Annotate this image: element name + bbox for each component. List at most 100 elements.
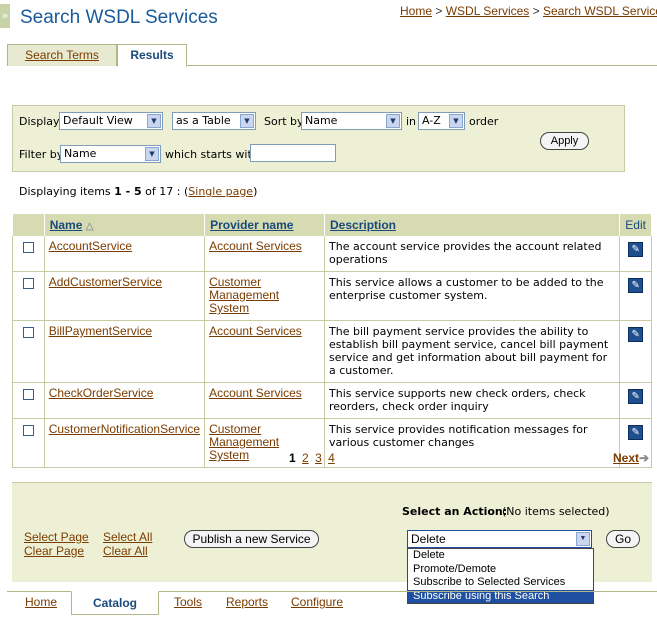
go-button[interactable]: Go xyxy=(606,530,640,548)
publish-service-button[interactable]: Publish a new Service xyxy=(184,530,319,548)
breadcrumb-separator: > xyxy=(532,4,540,18)
edit-icon[interactable]: ✎ xyxy=(628,425,644,440)
row-select-cell xyxy=(12,271,45,321)
breadcrumb-search-wsdl-link[interactable]: Search WSDL Services xyxy=(543,4,657,18)
dropdown-option-promote-demote[interactable]: Promote/Demote xyxy=(408,563,593,577)
display-label: Display xyxy=(19,115,60,128)
provider-name-link[interactable]: Account Services xyxy=(209,239,302,253)
tab-results-label: Results xyxy=(130,48,174,62)
chevron-down-icon: ▼ xyxy=(386,114,400,128)
tab-tools[interactable]: Tools xyxy=(167,591,209,615)
clear-all-link[interactable]: Clear All xyxy=(103,544,148,558)
apply-button[interactable]: Apply xyxy=(540,132,589,150)
displaying-items-text: Displaying items 1 - 5 of 17 : (Single p… xyxy=(19,185,257,198)
sort-order-value: A-Z xyxy=(422,114,441,127)
next-page-label: Next xyxy=(613,451,640,465)
chevron-down-icon: ▼ xyxy=(147,114,161,128)
chevron-down-icon: ▼ xyxy=(576,532,590,546)
name-sort-link[interactable]: Name xyxy=(50,218,83,232)
tab-catalog[interactable]: Catalog xyxy=(71,591,159,615)
filter-by-label: Filter by xyxy=(19,148,64,161)
display-view-value: Default View xyxy=(63,114,133,127)
tab-home[interactable]: Home xyxy=(15,591,67,615)
row-checkbox[interactable] xyxy=(22,425,34,436)
description-cell: The bill payment service provides the ab… xyxy=(324,320,621,383)
select-all-link[interactable]: Select All xyxy=(103,530,152,544)
display-as-select[interactable]: as a Table ▼ xyxy=(172,112,256,130)
page-link-3[interactable]: 3 xyxy=(315,451,322,465)
service-name-link[interactable]: AccountService xyxy=(49,239,132,253)
table-row: AddCustomerService Customer Management S… xyxy=(12,271,652,321)
tab-tools-label: Tools xyxy=(173,595,202,609)
page-title: Search WSDL Services xyxy=(20,7,218,28)
edit-column-header: Edit xyxy=(619,214,652,236)
action-select[interactable]: Delete ▼ xyxy=(407,530,592,548)
description-column-header[interactable]: Description xyxy=(324,214,621,236)
row-checkbox[interactable] xyxy=(22,389,34,400)
dropdown-option-subscribe-selected[interactable]: Subscribe to Selected Services xyxy=(408,576,593,590)
current-page: 1 xyxy=(289,451,296,465)
single-page-link[interactable]: Single page xyxy=(188,185,253,198)
edit-icon[interactable]: ✎ xyxy=(628,389,644,404)
service-name-link[interactable]: CustomerNotificationService xyxy=(49,422,200,436)
order-label: order xyxy=(469,115,499,128)
provider-name-link[interactable]: Account Services xyxy=(209,386,302,400)
select-column-header xyxy=(12,214,45,236)
breadcrumb-home-link[interactable]: Home xyxy=(400,4,432,18)
service-name-link[interactable]: AddCustomerService xyxy=(49,275,162,289)
sort-by-label: Sort by xyxy=(264,115,304,128)
bottom-tab-bar: Home Catalog Tools Reports Configure xyxy=(7,591,657,615)
service-name-link[interactable]: BillPaymentService xyxy=(49,324,152,338)
display-view-select[interactable]: Default View ▼ xyxy=(59,112,163,130)
tab-results[interactable]: Results xyxy=(117,44,187,67)
row-checkbox[interactable] xyxy=(22,278,34,289)
no-items-selected-text: (No items selected) xyxy=(502,505,610,518)
starts-with-input[interactable] xyxy=(250,144,336,162)
select-page-link[interactable]: Select Page xyxy=(24,530,89,544)
provider-column-header[interactable]: Provider name xyxy=(204,214,325,236)
sidebar-toggle-button[interactable]: » xyxy=(0,4,10,28)
row-select-cell xyxy=(12,382,45,419)
tab-search-terms-label: Search Terms xyxy=(25,48,99,62)
tab-search-terms[interactable]: Search Terms xyxy=(7,44,117,66)
description-cell: This service supports new check orders, … xyxy=(324,382,621,419)
sort-by-select[interactable]: Name ▼ xyxy=(301,112,402,130)
provider-name-link[interactable]: Customer Management System xyxy=(209,422,279,462)
clear-page-link[interactable]: Clear Page xyxy=(24,544,84,558)
select-action-label: Select an Action: xyxy=(402,505,508,518)
tab-home-label: Home xyxy=(24,595,57,609)
chevron-down-icon: ▼ xyxy=(240,114,254,128)
provider-sort-link[interactable]: Provider name xyxy=(210,218,293,232)
next-page-button[interactable]: Next➔ xyxy=(613,451,649,465)
description-cell: This service allows a customer to be add… xyxy=(324,271,621,321)
tab-catalog-label: Catalog xyxy=(92,596,137,610)
page-link-2[interactable]: 2 xyxy=(302,451,309,465)
breadcrumb-separator: > xyxy=(435,4,443,18)
row-select-cell xyxy=(12,236,45,272)
chevron-down-icon: ▼ xyxy=(145,147,159,161)
tab-configure[interactable]: Configure xyxy=(287,591,347,615)
sort-order-select[interactable]: A-Z ▼ xyxy=(418,112,465,130)
filter-by-select[interactable]: Name ▼ xyxy=(60,145,161,163)
page-link-4[interactable]: 4 xyxy=(328,451,335,465)
in-label: in xyxy=(406,115,417,128)
edit-icon[interactable]: ✎ xyxy=(628,278,644,293)
row-checkbox[interactable] xyxy=(22,327,34,338)
edit-icon[interactable]: ✎ xyxy=(628,242,644,257)
row-checkbox[interactable] xyxy=(22,242,34,253)
breadcrumb-wsdl-services-link[interactable]: WSDL Services xyxy=(446,4,530,18)
dropdown-option-delete[interactable]: Delete xyxy=(408,549,593,563)
display-as-value: as a Table xyxy=(176,114,231,127)
table-header-row: Name △ Provider name Description Edit xyxy=(12,214,652,236)
provider-name-link[interactable]: Account Services xyxy=(209,324,302,338)
row-select-cell xyxy=(12,418,45,468)
description-sort-link[interactable]: Description xyxy=(330,218,396,232)
top-tab-bar: Search Terms Results xyxy=(7,44,657,67)
name-column-header[interactable]: Name △ xyxy=(44,214,206,236)
table-row: AccountService Account Services The acco… xyxy=(12,236,652,272)
table-row: CheckOrderService Account Services This … xyxy=(12,382,652,419)
provider-name-link[interactable]: Customer Management System xyxy=(209,275,279,315)
service-name-link[interactable]: CheckOrderService xyxy=(49,386,154,400)
edit-icon[interactable]: ✎ xyxy=(628,327,644,342)
tab-reports[interactable]: Reports xyxy=(221,591,273,615)
